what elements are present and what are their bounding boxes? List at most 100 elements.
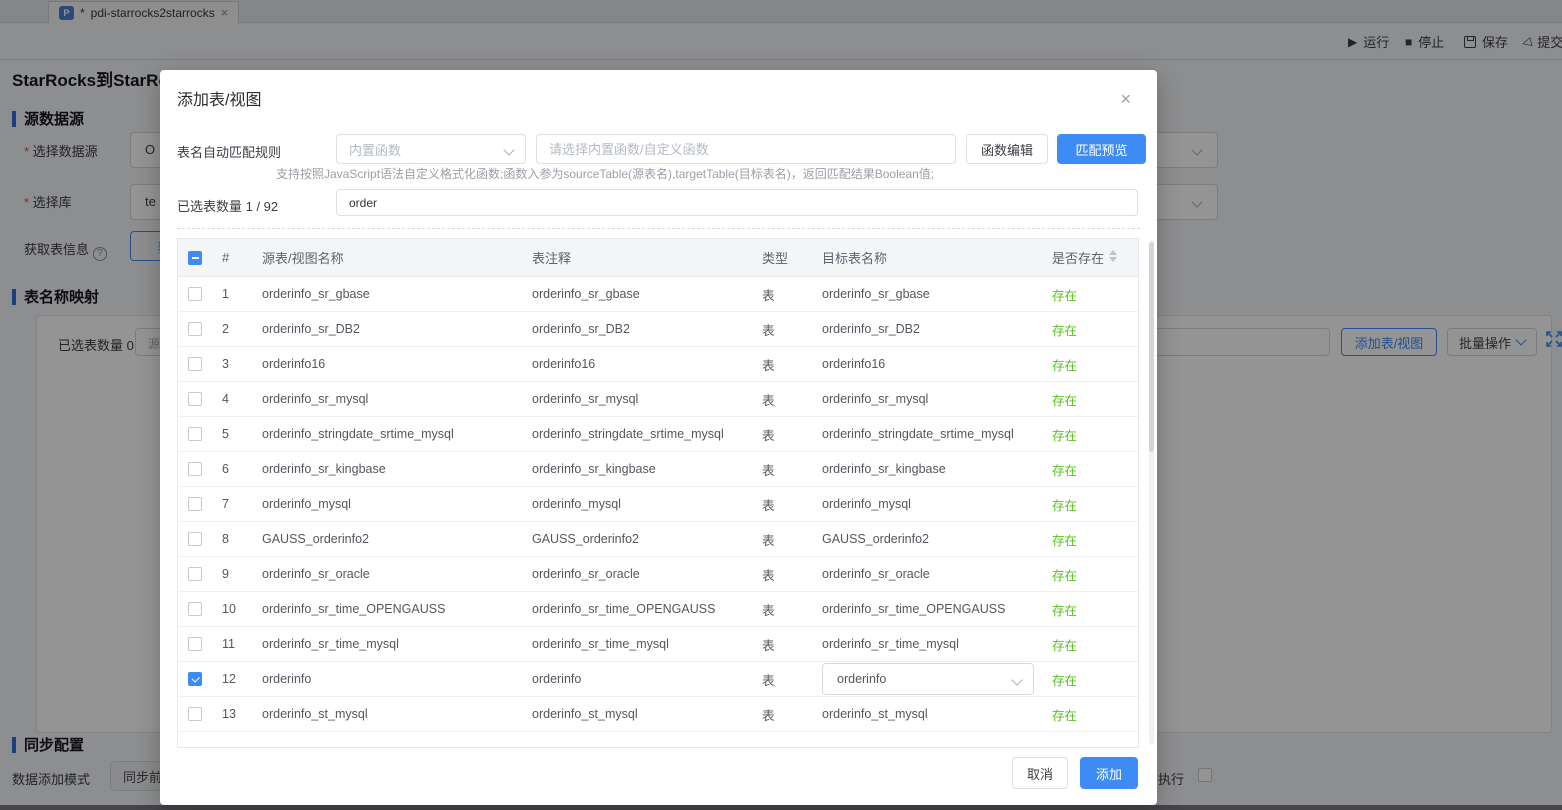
row-index: 9 bbox=[212, 567, 252, 581]
source-table-name: GAUSS_orderinfo2 bbox=[252, 532, 522, 546]
match-rule-label: 表名自动匹配规则 bbox=[177, 142, 281, 161]
dialog-close-icon[interactable]: × bbox=[1120, 90, 1131, 108]
table-type: 表 bbox=[752, 635, 812, 654]
exists-status: 存在 bbox=[1042, 635, 1138, 654]
target-table-name: orderinfo_sr_time_mysql bbox=[822, 637, 959, 651]
table-type: 表 bbox=[752, 530, 812, 549]
row-checkbox[interactable] bbox=[188, 427, 202, 441]
exists-status: 存在 bbox=[1042, 320, 1138, 339]
row-checkbox[interactable] bbox=[188, 567, 202, 581]
table-row: 8 GAUSS_orderinfo2 GAUSS_orderinfo2 表 GA… bbox=[178, 522, 1138, 557]
table-comment: orderinfo_stringdate_srtime_mysql bbox=[522, 427, 752, 441]
target-table-cell: orderinfo_stringdate_srtime_mysql bbox=[812, 427, 1042, 441]
add-button[interactable]: 添加 bbox=[1080, 757, 1138, 789]
table-type: 表 bbox=[752, 670, 812, 689]
function-edit-button[interactable]: 函数编辑 bbox=[966, 134, 1048, 164]
source-table-name: orderinfo_sr_mysql bbox=[252, 392, 522, 406]
row-index: 1 bbox=[212, 287, 252, 301]
function-search-input[interactable] bbox=[536, 134, 956, 164]
table-type: 表 bbox=[752, 320, 812, 339]
target-table-cell: orderinfo_st_mysql bbox=[812, 707, 1042, 721]
table-comment: orderinfo_mysql bbox=[522, 497, 752, 511]
table-row: 11 orderinfo_sr_time_mysql orderinfo_sr_… bbox=[178, 627, 1138, 662]
target-table-cell: orderinfo_sr_mysql bbox=[812, 392, 1042, 406]
row-checkbox[interactable] bbox=[188, 392, 202, 406]
match-preview-button[interactable]: 匹配预览 bbox=[1057, 134, 1146, 164]
cancel-button[interactable]: 取消 bbox=[1012, 757, 1068, 789]
target-table-cell: orderinfo_sr_time_OPENGAUSS bbox=[812, 602, 1042, 616]
target-table-name: orderinfo_sr_gbase bbox=[822, 287, 930, 301]
table-comment: orderinfo_sr_time_OPENGAUSS bbox=[522, 602, 752, 616]
table-type: 表 bbox=[752, 285, 812, 304]
exists-status: 存在 bbox=[1042, 285, 1138, 304]
column-header-5[interactable]: 是否存在 bbox=[1042, 248, 1138, 267]
row-index: 3 bbox=[212, 357, 252, 371]
column-header-2: 表注释 bbox=[522, 248, 752, 267]
bottom-edge-strip bbox=[0, 805, 1562, 810]
source-table-name: orderinfo_sr_time_mysql bbox=[252, 637, 522, 651]
target-table-cell: orderinfo_sr_time_mysql bbox=[812, 637, 1042, 651]
target-table-cell: orderinfo bbox=[812, 663, 1042, 695]
match-rule-help-text: 支持按照JavaScript语法自定义格式化函数;函数入参为sourceTabl… bbox=[276, 165, 934, 182]
target-table-cell: orderinfo16 bbox=[812, 357, 1042, 371]
table-comment: orderinfo_sr_oracle bbox=[522, 567, 752, 581]
row-checkbox[interactable] bbox=[188, 707, 202, 721]
source-table-name: orderinfo_sr_time_OPENGAUSS bbox=[252, 602, 522, 616]
table-row: 9 orderinfo_sr_oracle orderinfo_sr_oracl… bbox=[178, 557, 1138, 592]
source-table-name: orderinfo_stringdate_srtime_mysql bbox=[252, 427, 522, 441]
table-comment: orderinfo bbox=[522, 672, 752, 686]
table-comment: orderinfo_sr_time_mysql bbox=[522, 637, 752, 651]
source-table-name: orderinfo_sr_DB2 bbox=[252, 322, 522, 336]
row-checkbox[interactable] bbox=[188, 462, 202, 476]
sort-icon[interactable] bbox=[1109, 250, 1117, 262]
table-type: 表 bbox=[752, 600, 812, 619]
table-type: 表 bbox=[752, 355, 812, 374]
table-row: 5 orderinfo_stringdate_srtime_mysql orde… bbox=[178, 417, 1138, 452]
exists-status: 存在 bbox=[1042, 425, 1138, 444]
row-index: 7 bbox=[212, 497, 252, 511]
row-checkbox[interactable] bbox=[188, 497, 202, 511]
scrollbar-thumb[interactable] bbox=[1149, 242, 1154, 452]
table-comment: orderinfo_sr_mysql bbox=[522, 392, 752, 406]
row-index: 12 bbox=[212, 672, 252, 686]
target-table-cell: orderinfo_sr_gbase bbox=[812, 287, 1042, 301]
target-table-name: orderinfo_stringdate_srtime_mysql bbox=[822, 427, 1014, 441]
chevron-down-icon bbox=[503, 144, 514, 155]
table-row: 2 orderinfo_sr_DB2 orderinfo_sr_DB2 表 or… bbox=[178, 312, 1138, 347]
select-all-checkbox[interactable] bbox=[188, 251, 202, 265]
row-checkbox[interactable] bbox=[188, 532, 202, 546]
exists-status: 存在 bbox=[1042, 530, 1138, 549]
table-type: 表 bbox=[752, 705, 812, 724]
row-checkbox[interactable] bbox=[188, 357, 202, 371]
table-filter-input[interactable] bbox=[336, 189, 1138, 216]
table-type: 表 bbox=[752, 460, 812, 479]
row-checkbox[interactable] bbox=[188, 637, 202, 651]
table-view-table: #源表/视图名称表注释类型目标表名称是否存在 1 orderinfo_sr_gb… bbox=[177, 238, 1139, 748]
divider bbox=[177, 228, 1140, 229]
column-header-3: 类型 bbox=[752, 248, 812, 267]
function-type-select[interactable]: 内置函数 bbox=[336, 134, 526, 164]
target-table-cell: orderinfo_sr_oracle bbox=[812, 567, 1042, 581]
row-checkbox[interactable] bbox=[188, 287, 202, 301]
row-checkbox[interactable] bbox=[188, 672, 202, 686]
exists-status: 存在 bbox=[1042, 355, 1138, 374]
target-table-name: orderinfo_sr_kingbase bbox=[822, 462, 946, 476]
target-table-cell: orderinfo_sr_kingbase bbox=[812, 462, 1042, 476]
target-table-name: orderinfo_mysql bbox=[822, 497, 911, 511]
table-row: 1 orderinfo_sr_gbase orderinfo_sr_gbase … bbox=[178, 277, 1138, 312]
column-header-0: # bbox=[212, 250, 252, 265]
table-header-row: #源表/视图名称表注释类型目标表名称是否存在 bbox=[178, 239, 1138, 277]
exists-status: 存在 bbox=[1042, 565, 1138, 584]
row-checkbox[interactable] bbox=[188, 322, 202, 336]
exists-status: 存在 bbox=[1042, 460, 1138, 479]
row-index: 13 bbox=[212, 707, 252, 721]
row-index: 8 bbox=[212, 532, 252, 546]
target-table-name: orderinfo_sr_oracle bbox=[822, 567, 930, 581]
row-index: 2 bbox=[212, 322, 252, 336]
row-checkbox[interactable] bbox=[188, 602, 202, 616]
target-table-name: orderinfo_sr_mysql bbox=[822, 392, 928, 406]
dialog-title: 添加表/视图 bbox=[177, 86, 261, 110]
table-comment: orderinfo_sr_kingbase bbox=[522, 462, 752, 476]
target-table-select[interactable]: orderinfo bbox=[822, 663, 1034, 695]
row-index: 11 bbox=[212, 637, 252, 651]
